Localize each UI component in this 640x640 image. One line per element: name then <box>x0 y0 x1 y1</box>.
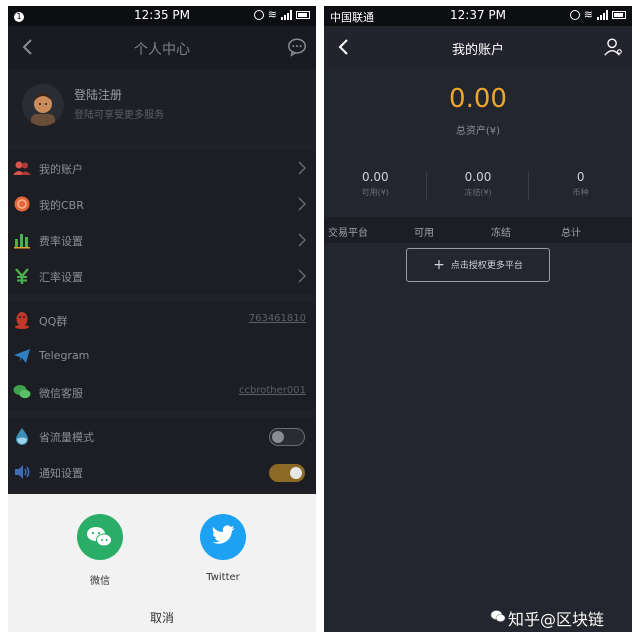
total-assets-amount: 0.00 <box>449 84 507 114</box>
chat-bubble-icon[interactable] <box>286 36 308 58</box>
wifi-icon: ≋ <box>583 8 593 21</box>
stat-value: 0.00 <box>361 170 389 184</box>
login-register-label: 登陆注册 <box>74 88 123 102</box>
wifi-icon: ≋ <box>267 8 277 21</box>
total-assets-panel: 0.00 总资产(¥) <box>324 70 632 170</box>
yen-icon <box>15 268 29 284</box>
status-bar: 1 12:35 PM ≋ <box>8 6 316 26</box>
bar-chart-icon <box>14 234 30 249</box>
battery-icon <box>612 10 626 19</box>
contact-label: Telegram <box>39 349 90 362</box>
my-account-screen: 中国联通 12:37 PM ≋ 我的账户 0.00 总资产(¥) 0.00 可用… <box>324 6 632 632</box>
contact-label: 微信客服 <box>39 387 83 400</box>
alarm-icon <box>253 9 264 20</box>
chevron-right-icon <box>298 233 306 247</box>
menu-group: 我的账户 我的CBR 费率设置 汇率设置 <box>8 150 316 294</box>
total-assets-label: 总资产(¥) <box>455 126 501 137</box>
chevron-right-icon <box>298 269 306 283</box>
wechat-bubble-icon <box>13 385 31 399</box>
screenshot-stage: 1 12:35 PM ≋ 个人中心 登陆注册 登陆可享受更多服务 我的账户 我的… <box>0 0 640 640</box>
stat-label: 冻结(¥) <box>464 188 492 197</box>
qq-group-number[interactable]: 763461810 <box>249 313 306 324</box>
chevron-right-icon <box>298 161 306 175</box>
menu-item-label: 汇率设置 <box>39 271 83 284</box>
telegram-plane-icon <box>14 349 30 363</box>
status-bar: 中国联通 12:37 PM ≋ <box>324 6 632 26</box>
speaker-icon <box>15 465 30 479</box>
share-wechat-button[interactable]: 微信 <box>70 514 130 587</box>
plus-icon: + <box>433 257 445 273</box>
share-option-label: Twitter <box>206 572 240 583</box>
menu-item-label: 我的CBR <box>39 199 84 212</box>
water-drop-icon <box>16 428 28 445</box>
stat-label: 可用(¥) <box>361 188 389 197</box>
column-header-frozen: 冻结 <box>491 228 511 239</box>
share-twitter-circle <box>200 514 246 560</box>
contact-group: QQ群 763461810 Telegram 微信客服 ccbrother001 <box>8 302 316 410</box>
page-title: 个人中心 <box>134 42 190 58</box>
menu-item-exchange-rate[interactable]: 汇率设置 <box>8 258 316 294</box>
wechat-logo-icon <box>490 610 506 622</box>
contact-item-wechat-support[interactable]: 微信客服 ccbrother001 <box>8 374 316 410</box>
share-twitter-button[interactable]: Twitter <box>193 514 253 583</box>
setting-notifications: 通知设置 <box>8 454 316 490</box>
menu-item-my-account[interactable]: 我的账户 <box>8 150 316 186</box>
nav-bar: 我的账户 <box>324 26 632 70</box>
avatar <box>22 84 64 126</box>
setting-label: 省流量模式 <box>39 431 94 444</box>
toggle-knob <box>272 431 284 443</box>
avatar-icon <box>31 93 55 126</box>
stat-available: 0.00 可用(¥) <box>324 170 427 204</box>
notifications-toggle[interactable] <box>269 464 305 482</box>
settings-group: 省流量模式 通知设置 <box>8 418 316 490</box>
share-sheet: 微信 Twitter 取消 <box>8 494 316 632</box>
column-header-platform: 交易平台 <box>328 228 368 239</box>
alarm-icon <box>569 9 580 20</box>
cancel-button[interactable]: 取消 <box>8 609 316 626</box>
balance-stats: 0.00 可用(¥) 0.00 冻结(¥) 0 币种 <box>324 170 632 204</box>
nav-bar: 个人中心 <box>8 26 316 70</box>
battery-icon <box>296 10 310 19</box>
twitter-bird-icon <box>212 525 235 544</box>
wechat-support-id[interactable]: ccbrother001 <box>239 385 306 396</box>
toggle-knob <box>290 467 302 479</box>
stat-currencies: 0 币种 <box>529 170 632 204</box>
login-hint: 登陆可享受更多服务 <box>74 110 164 121</box>
user-settings-icon[interactable] <box>602 36 624 58</box>
chevron-right-icon <box>298 197 306 211</box>
contact-item-telegram[interactable]: Telegram <box>8 338 316 374</box>
page-title: 我的账户 <box>451 43 504 58</box>
menu-item-fee-settings[interactable]: 费率设置 <box>8 222 316 258</box>
share-wechat-circle <box>77 514 123 560</box>
menu-item-label: 费率设置 <box>39 235 83 248</box>
share-option-label: 微信 <box>90 576 110 587</box>
user-group-icon <box>13 161 31 175</box>
qq-penguin-icon <box>15 312 29 329</box>
data-saver-toggle[interactable] <box>269 428 305 446</box>
stat-frozen: 0.00 冻结(¥) <box>427 170 530 204</box>
menu-item-my-cbr[interactable]: 我的CBR <box>8 186 316 222</box>
authorize-button-label: 点击授权更多平台 <box>450 261 523 271</box>
watermark-text: 知乎@区块链 <box>508 610 605 629</box>
profile-screen: 1 12:35 PM ≋ 个人中心 登陆注册 登陆可享受更多服务 我的账户 我的… <box>8 6 316 632</box>
contact-label: QQ群 <box>39 315 68 328</box>
stat-value: 0 <box>576 170 585 184</box>
coin-icon <box>14 196 30 212</box>
column-header-available: 可用 <box>414 228 434 239</box>
watermark: 知乎@区块链 <box>490 604 630 632</box>
stat-value: 0.00 <box>464 170 492 184</box>
stat-label: 币种 <box>572 188 589 197</box>
login-profile-row[interactable]: 登陆注册 登陆可享受更多服务 <box>8 70 316 142</box>
setting-label: 通知设置 <box>39 467 83 480</box>
contact-item-qq-group[interactable]: QQ群 763461810 <box>8 302 316 338</box>
authorize-more-platforms-button[interactable]: + 点击授权更多平台 <box>406 248 550 282</box>
menu-item-label: 我的账户 <box>39 163 83 176</box>
column-header-total: 总计 <box>561 228 581 239</box>
setting-data-saver: 省流量模式 <box>8 418 316 454</box>
signal-icon <box>281 9 292 20</box>
signal-icon <box>597 9 608 20</box>
wechat-icon <box>87 527 112 547</box>
platform-table-header: 交易平台 可用 冻结 总计 <box>324 217 632 243</box>
